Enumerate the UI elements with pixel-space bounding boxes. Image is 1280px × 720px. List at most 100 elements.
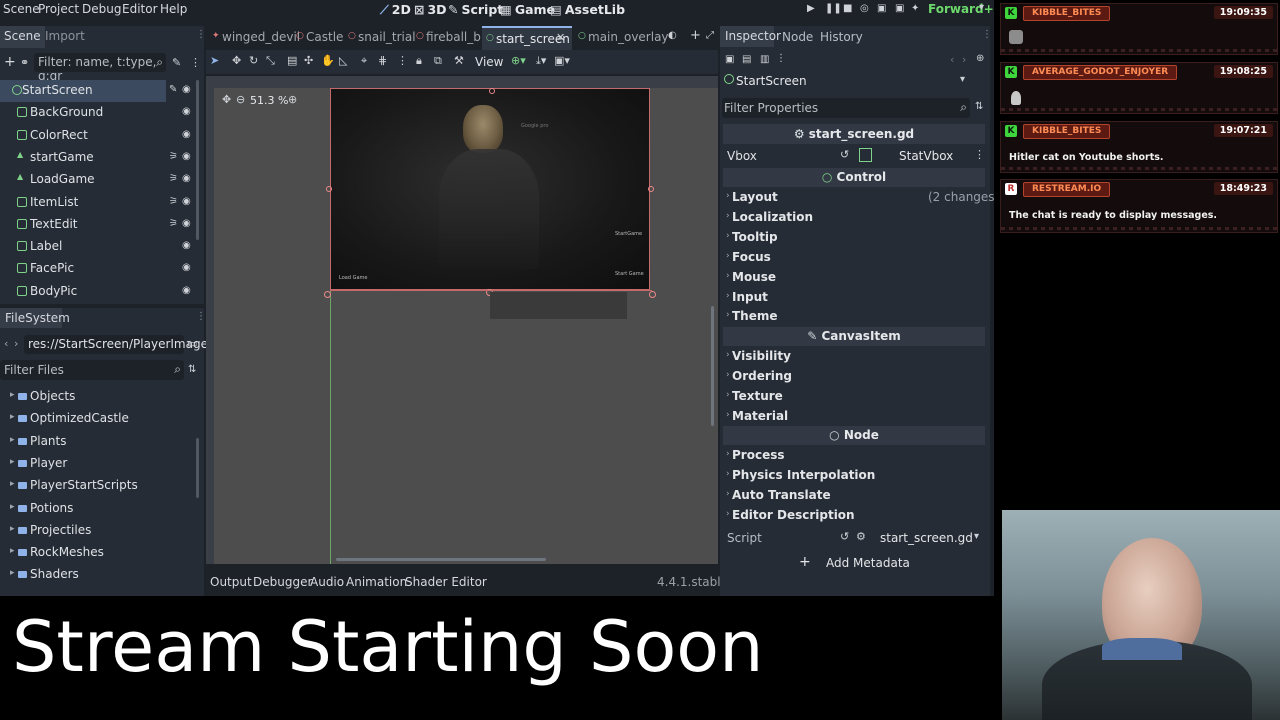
link-icon[interactable]: ⚭	[20, 56, 29, 69]
property-options-icon[interactable]: ⇅	[975, 101, 983, 112]
scene-tree-item[interactable]: ColorRect ◉	[0, 125, 200, 147]
vbox-value[interactable]: StatVbox	[899, 149, 953, 163]
scene-tree-item[interactable]: ▲ LoadGame ⚞ ◉	[0, 169, 200, 191]
inspector-section[interactable]: › Localization	[724, 208, 986, 228]
viewport-h-scrollbar[interactable]	[336, 558, 546, 561]
view-menu[interactable]: View	[475, 55, 503, 69]
menu-project[interactable]: Project	[38, 2, 79, 16]
script-icon[interactable]: ✎	[169, 84, 177, 95]
object-menu-icon[interactable]: ⊕	[976, 53, 984, 64]
filesystem-folder[interactable]: ▸ PlayerStartScripts	[0, 475, 195, 497]
dock-menu-icon[interactable]: ⋮	[982, 29, 992, 40]
zoom-level[interactable]: 51.3 %	[250, 94, 288, 107]
inspector-section[interactable]: › Theme	[724, 307, 986, 327]
filesystem-path[interactable]: res://StartScreen/PlayerImages	[24, 335, 214, 354]
new-resource-icon[interactable]: ▣	[725, 54, 734, 65]
pan-icon[interactable]: ✥	[222, 93, 231, 106]
stop-icon[interactable]: ■	[843, 3, 852, 14]
dock-menu-icon[interactable]: ⋮	[196, 311, 206, 322]
filesystem-folder[interactable]: ▸ Potions	[0, 498, 195, 520]
start-screen-preview[interactable]: Google pro StartGame Load Game Start Gam…	[330, 88, 650, 290]
workspace-3d[interactable]: ⊠ 3D	[414, 2, 447, 17]
inspector-section[interactable]: › Focus	[724, 248, 986, 268]
selection-handle[interactable]	[649, 291, 656, 298]
inspector-section[interactable]: › Tooltip	[724, 228, 986, 248]
workspace-2d[interactable]: ⟋ 2D	[380, 2, 411, 18]
play-icon[interactable]: ▶	[807, 3, 815, 14]
scene-tree-scrollbar[interactable]	[196, 80, 199, 240]
play-custom-icon[interactable]: ✦	[911, 3, 919, 14]
ruler-tool-icon[interactable]: ◺	[339, 54, 347, 67]
canvas-viewport[interactable]: ✥ ⊖ 51.3 % ⊕ Google pro StartGame Load G…	[206, 76, 718, 564]
layout-icon[interactable]: ▣▾	[554, 54, 570, 67]
sort-icon[interactable]: ⇅	[188, 364, 196, 375]
filesystem-folder[interactable]: ▸ Shaders	[0, 564, 195, 586]
inspector-section[interactable]: › Process	[724, 446, 986, 466]
remote-debug-icon[interactable]: ◎	[860, 3, 869, 14]
scene-tree-item[interactable]: Label ◉	[0, 236, 200, 258]
bottom-tab[interactable]: Shader Editor	[405, 575, 487, 589]
zoom-in-icon[interactable]: ⊕	[288, 93, 297, 106]
inspector-section[interactable]: › Mouse	[724, 268, 986, 288]
snap-options-icon[interactable]: ⋮	[397, 54, 408, 67]
filesystem-filter-input[interactable]: Filter Files ⌕	[0, 360, 184, 380]
chevron-right-icon[interactable]: ▸	[10, 412, 15, 422]
smart-snap-icon[interactable]: ⌖	[361, 54, 367, 68]
visibility-eye-icon[interactable]: ◉	[182, 240, 191, 251]
workspace-assetlib[interactable]: ▤ AssetLib	[550, 2, 625, 17]
revert-icon[interactable]: ↺	[840, 148, 849, 161]
close-icon[interactable]: ✕	[556, 31, 565, 44]
pan-tool-icon[interactable]: ✋	[321, 54, 335, 67]
bottom-tab[interactable]: Output	[210, 575, 252, 589]
play-scene-icon[interactable]: ▣	[895, 3, 904, 14]
chevron-down-icon[interactable]: ▾	[974, 531, 979, 542]
scene-tree-item[interactable]: FacePic ◉	[0, 258, 200, 280]
script-property[interactable]: Script ↺ ⚙ start_screen.gd ▾	[724, 528, 986, 548]
chevron-right-icon[interactable]: ▸	[10, 390, 15, 400]
inspector-section[interactable]: › Material	[724, 407, 986, 427]
filesystem-folder[interactable]: ▸ Plants	[0, 431, 195, 453]
workspace-game[interactable]: ▦ Game	[500, 2, 555, 17]
tab-import[interactable]: Import	[45, 29, 85, 43]
workspace-script[interactable]: ✎ Script	[448, 2, 503, 17]
zoom-out-icon[interactable]: ⊖	[236, 93, 245, 106]
split-mode-icon[interactable]: ▭	[187, 337, 197, 350]
scale-tool-icon[interactable]: ⤡	[266, 54, 275, 68]
chevron-right-icon[interactable]: ▸	[10, 435, 15, 445]
bottom-tab[interactable]: Audio	[310, 575, 344, 589]
viewport-v-scrollbar[interactable]	[711, 306, 714, 426]
save-resource-icon[interactable]: ▥	[760, 54, 769, 65]
history-back-icon[interactable]: ‹	[950, 53, 954, 66]
back-icon[interactable]: ‹	[4, 337, 8, 350]
scene-tree-item[interactable]: BackGround ◉	[0, 102, 200, 124]
selection-handle[interactable]	[326, 186, 332, 192]
add-tab-icon[interactable]: +	[690, 28, 701, 43]
chevron-right-icon[interactable]: ▸	[10, 457, 15, 467]
chevron-right-icon[interactable]: ▸	[10, 524, 15, 534]
scene-tree-item[interactable]: TextEdit ⚞ ◉	[0, 214, 200, 236]
filesystem-folder[interactable]: ▸ OptimizedCastle	[0, 408, 195, 430]
inspector-section[interactable]: › Editor Description	[724, 506, 986, 526]
selection-handle[interactable]	[324, 291, 331, 298]
scene-filter-input[interactable]: Filter: name, t:type, g:gr ⌕	[34, 53, 166, 83]
scene-tree-item[interactable]: ItemList ⚞ ◉	[0, 192, 200, 214]
scene-tree-item[interactable]: BodyPic ◉	[0, 281, 200, 303]
menu-help[interactable]: Help	[160, 2, 187, 16]
filesystem-scrollbar[interactable]	[196, 438, 199, 498]
bottom-tab[interactable]: Animation	[346, 575, 407, 589]
script-value[interactable]: start_screen.gd	[880, 531, 973, 545]
scene-tab[interactable]: ○ start_screen ✕	[482, 26, 572, 50]
extra-options-icon[interactable]: ⋮	[776, 53, 786, 64]
chevron-right-icon[interactable]: ▸	[10, 568, 15, 578]
vbox-property[interactable]: Vbox ↺ StatVbox ⋮	[724, 146, 986, 166]
pivot-icon[interactable]: ✣	[304, 54, 313, 67]
bottom-tab[interactable]: Debugger	[253, 575, 312, 589]
inspector-section[interactable]: › Physics Interpolation	[724, 466, 986, 486]
inspector-section[interactable]: › Auto Translate	[724, 486, 986, 506]
visibility-eye-icon[interactable]: ◉	[182, 285, 191, 296]
grid-snap-icon[interactable]: ⋕	[378, 54, 387, 67]
property-menu-icon[interactable]: ⋮	[974, 148, 985, 161]
visibility-eye-icon[interactable]: ◉	[182, 129, 191, 140]
load-resource-icon[interactable]: ▤	[742, 54, 751, 65]
signal-icon[interactable]: ⚞	[169, 151, 178, 162]
